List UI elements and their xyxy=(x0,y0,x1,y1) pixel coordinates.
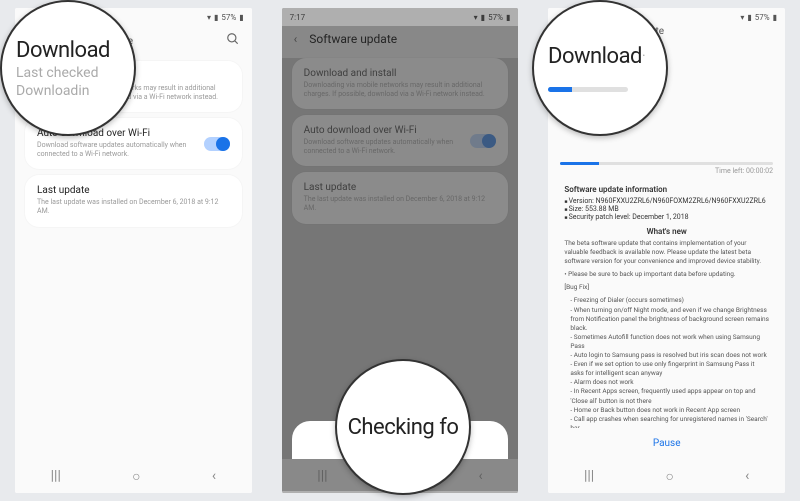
nav-bar: ||| ○ ‹ xyxy=(548,459,785,493)
bug-item: In Recent Apps screen, frequently used a… xyxy=(570,387,769,405)
last-title: Last update xyxy=(304,182,497,193)
battery-icon: ▮ xyxy=(239,13,243,22)
size-row: Size: 553.88 MB xyxy=(564,205,769,213)
nav-bar: ||| ○ ‹ xyxy=(15,459,252,493)
patch-row: Security patch level: December 1, 2018 xyxy=(564,213,769,221)
nav-home-icon[interactable]: ○ xyxy=(665,468,673,485)
nav-recent-icon[interactable]: ||| xyxy=(51,468,61,484)
last-update-row[interactable]: Last update The last update was installe… xyxy=(25,175,242,226)
search-icon[interactable] xyxy=(226,32,240,49)
signal-icon: ▮ xyxy=(214,13,218,22)
update-info: Software update information Version: N96… xyxy=(548,185,785,433)
bug-item: Freezing of Dialer (occurs sometimes) xyxy=(570,296,769,305)
magnifier-3: Download xyxy=(532,0,668,136)
battery-text: 57% xyxy=(755,13,770,22)
back-icon[interactable]: ‹ xyxy=(294,32,298,46)
battery-text: 57% xyxy=(488,13,503,22)
auto-sub: Download software updates automatically … xyxy=(304,138,471,156)
signal-icon: ▮ xyxy=(481,13,485,22)
magnifier-2: Checking fo xyxy=(335,359,471,495)
download-title: Download and install xyxy=(304,68,497,79)
page-title: Software update xyxy=(309,32,506,46)
bugfix-heading: [Bug Fix] xyxy=(564,283,769,292)
auto-sub: Download software updates automatically … xyxy=(37,141,204,159)
bug-list: Freezing of Dialer (occurs sometimes)Whe… xyxy=(564,296,769,432)
bug-item: Home or Back button does not work in Rec… xyxy=(570,406,769,415)
auto-download-toggle[interactable] xyxy=(204,137,230,151)
mag2-text: Checking fo xyxy=(348,415,459,440)
last-update-row: Last update The last update was installe… xyxy=(292,172,509,223)
nav-recent-icon[interactable]: ||| xyxy=(584,468,594,484)
battery-text: 57% xyxy=(221,13,236,22)
mag3-progress xyxy=(548,87,628,92)
mag1-line1: Download xyxy=(16,38,134,63)
auto-download-row: Auto download over Wi-Fi Download softwa… xyxy=(292,115,509,166)
mag1-line2: Last checked xyxy=(16,65,134,81)
wifi-icon: ▾ xyxy=(740,13,744,22)
download-install-row: Download and install Downloading via mob… xyxy=(292,58,509,109)
battery-icon: ▮ xyxy=(506,13,510,22)
time-left: Time left: 00:00:02 xyxy=(548,165,785,181)
last-sub: The last update was installed on Decembe… xyxy=(37,198,230,216)
intro-text: The beta software update that contains i… xyxy=(564,239,769,266)
version-row: Version: N960FXXU2ZRL6/N960FOXM2ZRL6/N96… xyxy=(564,197,769,205)
battery-icon: ▮ xyxy=(773,13,777,22)
nav-back-icon[interactable]: ‹ xyxy=(745,468,749,484)
bug-item: Even if we set option to use only finger… xyxy=(570,360,769,378)
wifi-icon: ▾ xyxy=(474,13,478,22)
auto-title: Auto download over Wi-Fi xyxy=(304,125,471,136)
wifi-icon: ▾ xyxy=(207,13,211,22)
magnifier-1: Download Last checked Downloadin xyxy=(0,0,136,136)
status-time: 7:17 xyxy=(290,13,305,22)
auto-download-toggle xyxy=(470,134,496,148)
bug-item: Sometimes Autofill function does not wor… xyxy=(570,333,769,351)
whats-new-heading: What's new xyxy=(564,227,769,236)
nav-back-icon[interactable]: ‹ xyxy=(212,468,216,484)
bug-item: Auto login to Samsung pass is resolved b… xyxy=(570,351,769,360)
mag1-line3: Downloadin xyxy=(16,83,134,99)
last-title: Last update xyxy=(37,185,230,196)
status-bar: 7:17 ▾ ▮ 57% ▮ xyxy=(282,8,519,26)
signal-icon: ▮ xyxy=(747,13,751,22)
info-heading: Software update information xyxy=(564,185,769,194)
backup-text: • Please be sure to back up important da… xyxy=(564,270,769,279)
last-sub: The last update was installed on Decembe… xyxy=(304,195,497,213)
header: ‹ Software update xyxy=(282,26,519,52)
bug-item: When turning on/off Night mode, and even… xyxy=(570,306,769,333)
mag3-text: Download xyxy=(548,44,666,69)
nav-home-icon[interactable]: ○ xyxy=(132,468,140,485)
bug-item: Alarm does not work xyxy=(570,378,769,387)
download-sub: Downloading via mobile networks may resu… xyxy=(304,81,497,99)
pause-button[interactable]: Pause xyxy=(548,428,785,459)
